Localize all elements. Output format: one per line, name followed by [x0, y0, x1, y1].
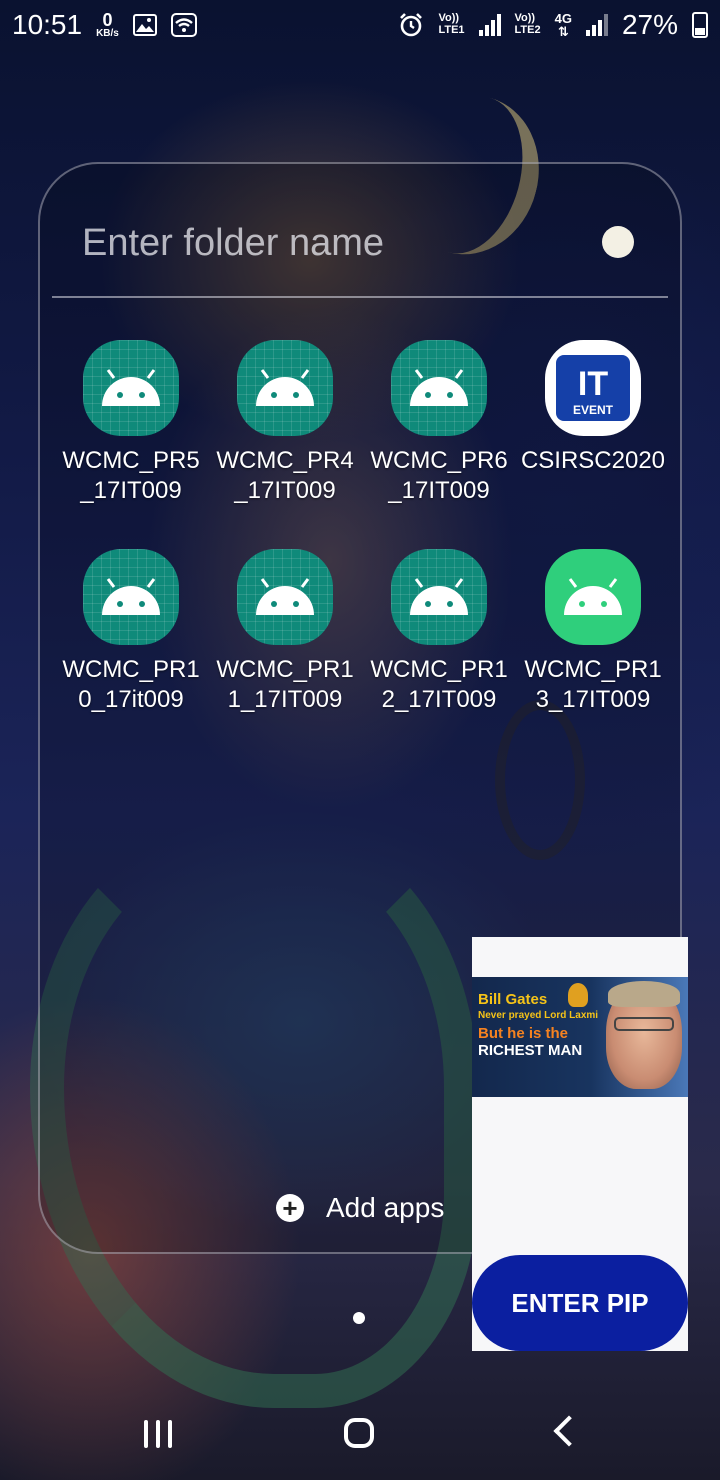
data-arrows-icon: ⇅ [557, 24, 569, 39]
folder-color-button[interactable] [602, 226, 634, 258]
android-icon [391, 340, 487, 436]
android-icon [545, 549, 641, 645]
app-label: WCMC_PR1 2_17IT009 [370, 656, 508, 713]
app-wcmc-pr11[interactable]: WCMC_PR1 1_17IT009 [208, 549, 362, 715]
folder-divider [52, 296, 668, 298]
gallery-notification-icon [132, 14, 157, 36]
app-wcmc-pr12[interactable]: WCMC_PR1 2_17IT009 [362, 549, 516, 715]
sim2-signal-icon [585, 14, 608, 36]
app-wcmc-pr13[interactable]: WCMC_PR1 3_17IT009 [516, 549, 670, 715]
battery-percent: 27% [621, 9, 678, 40]
app-csirsc2020[interactable]: IT EVENT CSIRSC2020 [516, 340, 670, 476]
app-label: WCMC_PR1 0_17it009 [62, 656, 200, 713]
network-type: 4G ⇅ [554, 11, 572, 39]
app-label: WCMC_PR5 _17IT009 [62, 447, 200, 504]
pip-window[interactable]: Bill Gates Never prayed Lord Laxmi But h… [472, 937, 688, 1351]
battery-icon [692, 12, 708, 38]
net-speed: 0 KB/s [96, 10, 119, 39]
app-label: WCMC_PR1 3_17IT009 [524, 656, 662, 713]
app-wcmc-pr6[interactable]: WCMC_PR6 _17IT009 [362, 340, 516, 506]
sim1-signal-icon [478, 14, 501, 36]
app-wcmc-pr4[interactable]: WCMC_PR4 _17IT009 [208, 340, 362, 506]
folder-name-input[interactable]: Enter folder name [82, 222, 384, 265]
enter-pip-button[interactable]: ENTER PIP [472, 1255, 688, 1351]
alarm-icon [400, 13, 423, 37]
android-icon [391, 549, 487, 645]
app-label: WCMC_PR4 _17IT009 [216, 447, 354, 504]
add-apps-button[interactable]: + Add apps [276, 1192, 444, 1224]
it-event-icon: IT EVENT [545, 340, 641, 436]
sim1-indicator: Vo)) LTE1 [438, 12, 465, 36]
android-icon [83, 549, 179, 645]
app-label: WCMC_PR6 _17IT009 [370, 447, 508, 504]
plus-icon: + [276, 1194, 304, 1222]
app-wcmc-pr10[interactable]: WCMC_PR1 0_17it009 [54, 549, 208, 715]
wifi-notification-icon [170, 13, 197, 37]
back-icon[interactable] [553, 1415, 585, 1447]
recent-apps-icon[interactable] [144, 1420, 172, 1448]
app-wcmc-pr5[interactable]: WCMC_PR5 _17IT009 [54, 340, 208, 506]
navigation-bar [0, 1390, 720, 1480]
status-bar: 10:51 0 KB/s Vo)) LTE1 Vo)) LTE2 4G ⇅ 27… [0, 0, 720, 50]
sim2-indicator: Vo)) LTE2 [514, 12, 541, 36]
goddess-image [568, 983, 588, 1007]
add-apps-label: Add apps [326, 1192, 445, 1223]
app-label: WCMC_PR1 1_17IT009 [216, 656, 354, 713]
android-icon [237, 549, 333, 645]
android-icon [237, 340, 333, 436]
page-indicator [353, 1312, 365, 1324]
clock: 10:51 [12, 9, 83, 40]
home-icon[interactable] [344, 1418, 374, 1448]
android-icon [83, 340, 179, 436]
app-label: CSIRSC2020 [520, 447, 666, 474]
ad-banner[interactable]: Bill Gates Never prayed Lord Laxmi But h… [472, 977, 688, 1097]
